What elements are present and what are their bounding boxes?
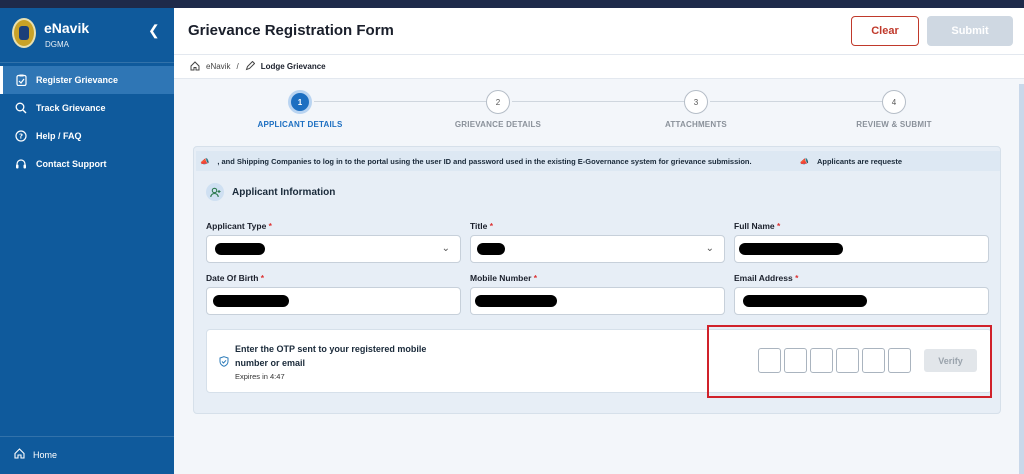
title-select[interactable]: ⌄: [470, 235, 725, 263]
ticker-text: , and Shipping Companies to log in to th…: [217, 156, 752, 166]
announcement-ticker: 📣 , and Shipping Companies to log in to …: [196, 151, 1000, 171]
redacted-value: [739, 243, 843, 255]
step-number: 1: [288, 90, 312, 114]
mobile-field: Mobile Number *: [470, 273, 725, 315]
field-label: Applicant Type *: [206, 221, 272, 231]
app-name: eNavik: [44, 20, 90, 36]
clear-button[interactable]: Clear: [851, 16, 919, 46]
otp-digit-input[interactable]: [784, 348, 807, 373]
redacted-value: [475, 295, 557, 307]
sidebar-item-label: Track Grievance: [36, 103, 106, 113]
redacted-value: [213, 295, 289, 307]
pencil-icon: [245, 60, 255, 73]
sidebar-nav: Register Grievance Track Grievance ? Hel…: [0, 66, 174, 178]
otp-digit-input[interactable]: [836, 348, 859, 373]
home-label: Home: [33, 449, 58, 460]
user-add-icon: [206, 183, 224, 201]
sidebar-item-label: Register Grievance: [36, 75, 119, 85]
divider: [0, 436, 174, 437]
page-title: Grievance Registration Form: [188, 22, 394, 39]
step-attachments[interactable]: 3 ATTACHMENTS: [636, 90, 756, 129]
redacted-value: [743, 295, 867, 307]
scrollbar-track[interactable]: [1019, 84, 1024, 474]
ticker-text: Applicants are requeste: [816, 156, 902, 166]
otp-digit-input[interactable]: [810, 348, 833, 373]
mobile-input[interactable]: [470, 287, 725, 315]
chevron-down-icon: ⌄: [705, 243, 714, 254]
otp-expiry: Expires in 4:47: [235, 372, 285, 381]
sidebar-item-register-grievance[interactable]: Register Grievance: [0, 66, 174, 94]
megaphone-icon: 📣: [799, 156, 809, 166]
field-label: Date Of Birth *: [206, 273, 265, 283]
email-input[interactable]: [734, 287, 989, 315]
headset-icon: [14, 157, 28, 171]
brand: eNavik DGMA: [12, 18, 162, 54]
title-field: Title * ⌄: [470, 221, 725, 263]
step-label: GRIEVANCE DETAILS: [454, 120, 542, 129]
clipboard-icon: [14, 73, 28, 87]
otp-digit-input[interactable]: [862, 348, 885, 373]
sidebar-item-help-faq[interactable]: ? Help / FAQ: [0, 122, 174, 150]
home-icon[interactable]: [190, 60, 200, 73]
applicant-type-field: Applicant Type * ⌄: [206, 221, 461, 263]
search-icon: [14, 101, 28, 115]
otp-message: Enter the OTP sent to your registered mo…: [235, 344, 427, 368]
otp-digit-input[interactable]: [888, 348, 911, 373]
redacted-value: [477, 243, 505, 255]
step-applicant-details[interactable]: 1 APPLICANT DETAILS: [240, 90, 360, 129]
otp-input-group: [758, 348, 911, 373]
field-label: Title *: [470, 221, 494, 231]
breadcrumb: eNavik / Lodge Grievance: [174, 55, 1024, 79]
form-stepper: 1 APPLICANT DETAILS 2 GRIEVANCE DETAILS …: [174, 80, 1024, 138]
browser-top-strip: [0, 0, 1024, 8]
home-link[interactable]: Home: [14, 448, 57, 461]
step-label: REVIEW & SUBMIT: [856, 120, 932, 129]
divider: [0, 62, 174, 63]
sidebar: eNavik DGMA ❮ Register Grievance Track G…: [0, 8, 174, 474]
home-icon: [14, 448, 25, 461]
megaphone-icon: 📣: [200, 156, 210, 166]
app-subtitle: DGMA: [45, 40, 69, 49]
otp-digit-input[interactable]: [758, 348, 781, 373]
breadcrumb-separator: /: [236, 62, 239, 71]
step-review-submit[interactable]: 4 REVIEW & SUBMIT: [834, 90, 954, 129]
dob-field: Date Of Birth *: [206, 273, 461, 315]
chevron-down-icon: ⌄: [441, 243, 450, 254]
applicant-type-select[interactable]: ⌄: [206, 235, 461, 263]
sidebar-item-label: Help / FAQ: [36, 131, 82, 141]
sidebar-item-contact-support[interactable]: Contact Support: [0, 150, 174, 178]
svg-text:?: ?: [19, 133, 23, 141]
section-header: Applicant Information: [206, 183, 335, 201]
breadcrumb-root[interactable]: eNavik: [206, 62, 230, 71]
step-number: 4: [882, 90, 906, 114]
section-title: Applicant Information: [232, 186, 336, 198]
page-header: Grievance Registration Form Clear Submit: [174, 8, 1024, 55]
step-grievance-details[interactable]: 2 GRIEVANCE DETAILS: [438, 90, 558, 129]
field-label: Mobile Number *: [470, 273, 538, 283]
help-icon: ?: [14, 129, 28, 143]
full-name-field: Full Name *: [734, 221, 989, 263]
step-label: APPLICANT DETAILS: [257, 120, 343, 129]
sidebar-item-label: Contact Support: [36, 159, 107, 169]
breadcrumb-current: Lodge Grievance: [260, 62, 326, 71]
step-label: ATTACHMENTS: [665, 120, 727, 129]
redacted-value: [215, 243, 265, 255]
field-label: Full Name *: [734, 221, 781, 231]
full-name-input[interactable]: [734, 235, 989, 263]
sidebar-item-track-grievance[interactable]: Track Grievance: [0, 94, 174, 122]
emblem-logo: [12, 18, 36, 48]
collapse-sidebar-icon[interactable]: ❮: [148, 22, 160, 39]
field-label: Email Address *: [734, 273, 799, 283]
shield-check-icon: [219, 356, 229, 370]
submit-button[interactable]: Submit: [927, 16, 1013, 46]
step-number: 2: [486, 90, 510, 114]
email-field: Email Address *: [734, 273, 989, 315]
verify-button[interactable]: Verify: [924, 349, 977, 372]
step-number: 3: [684, 90, 708, 114]
dob-input[interactable]: [206, 287, 461, 315]
